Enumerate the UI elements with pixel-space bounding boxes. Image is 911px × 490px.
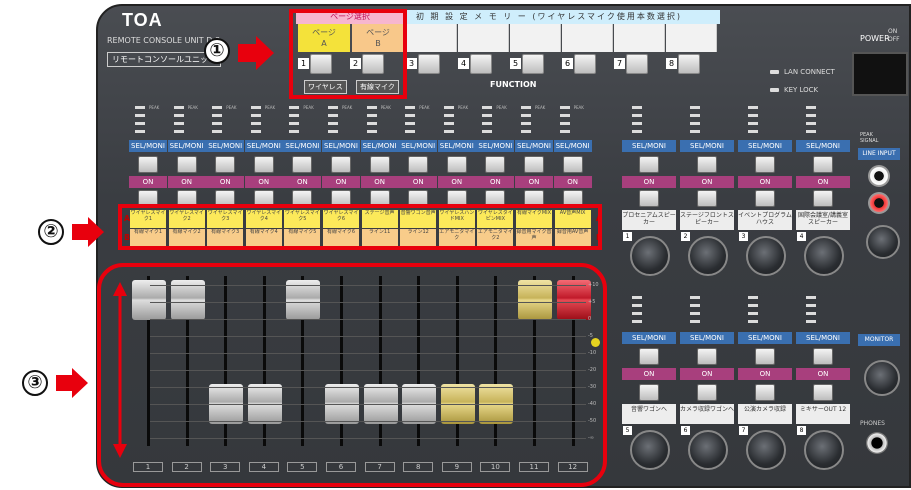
callout-3-span-arrow-up <box>113 282 127 296</box>
callout-arrows <box>56 36 274 458</box>
callout-arrow-2 <box>72 217 104 247</box>
console-photo: TOA REMOTE CONSOLE UNIT D-2 リモートコンソールユニッ… <box>0 0 911 490</box>
callout-arrow-1 <box>238 36 274 70</box>
callout-3-span-arrow-down <box>113 444 127 458</box>
callout-arrow-3 <box>56 368 88 398</box>
